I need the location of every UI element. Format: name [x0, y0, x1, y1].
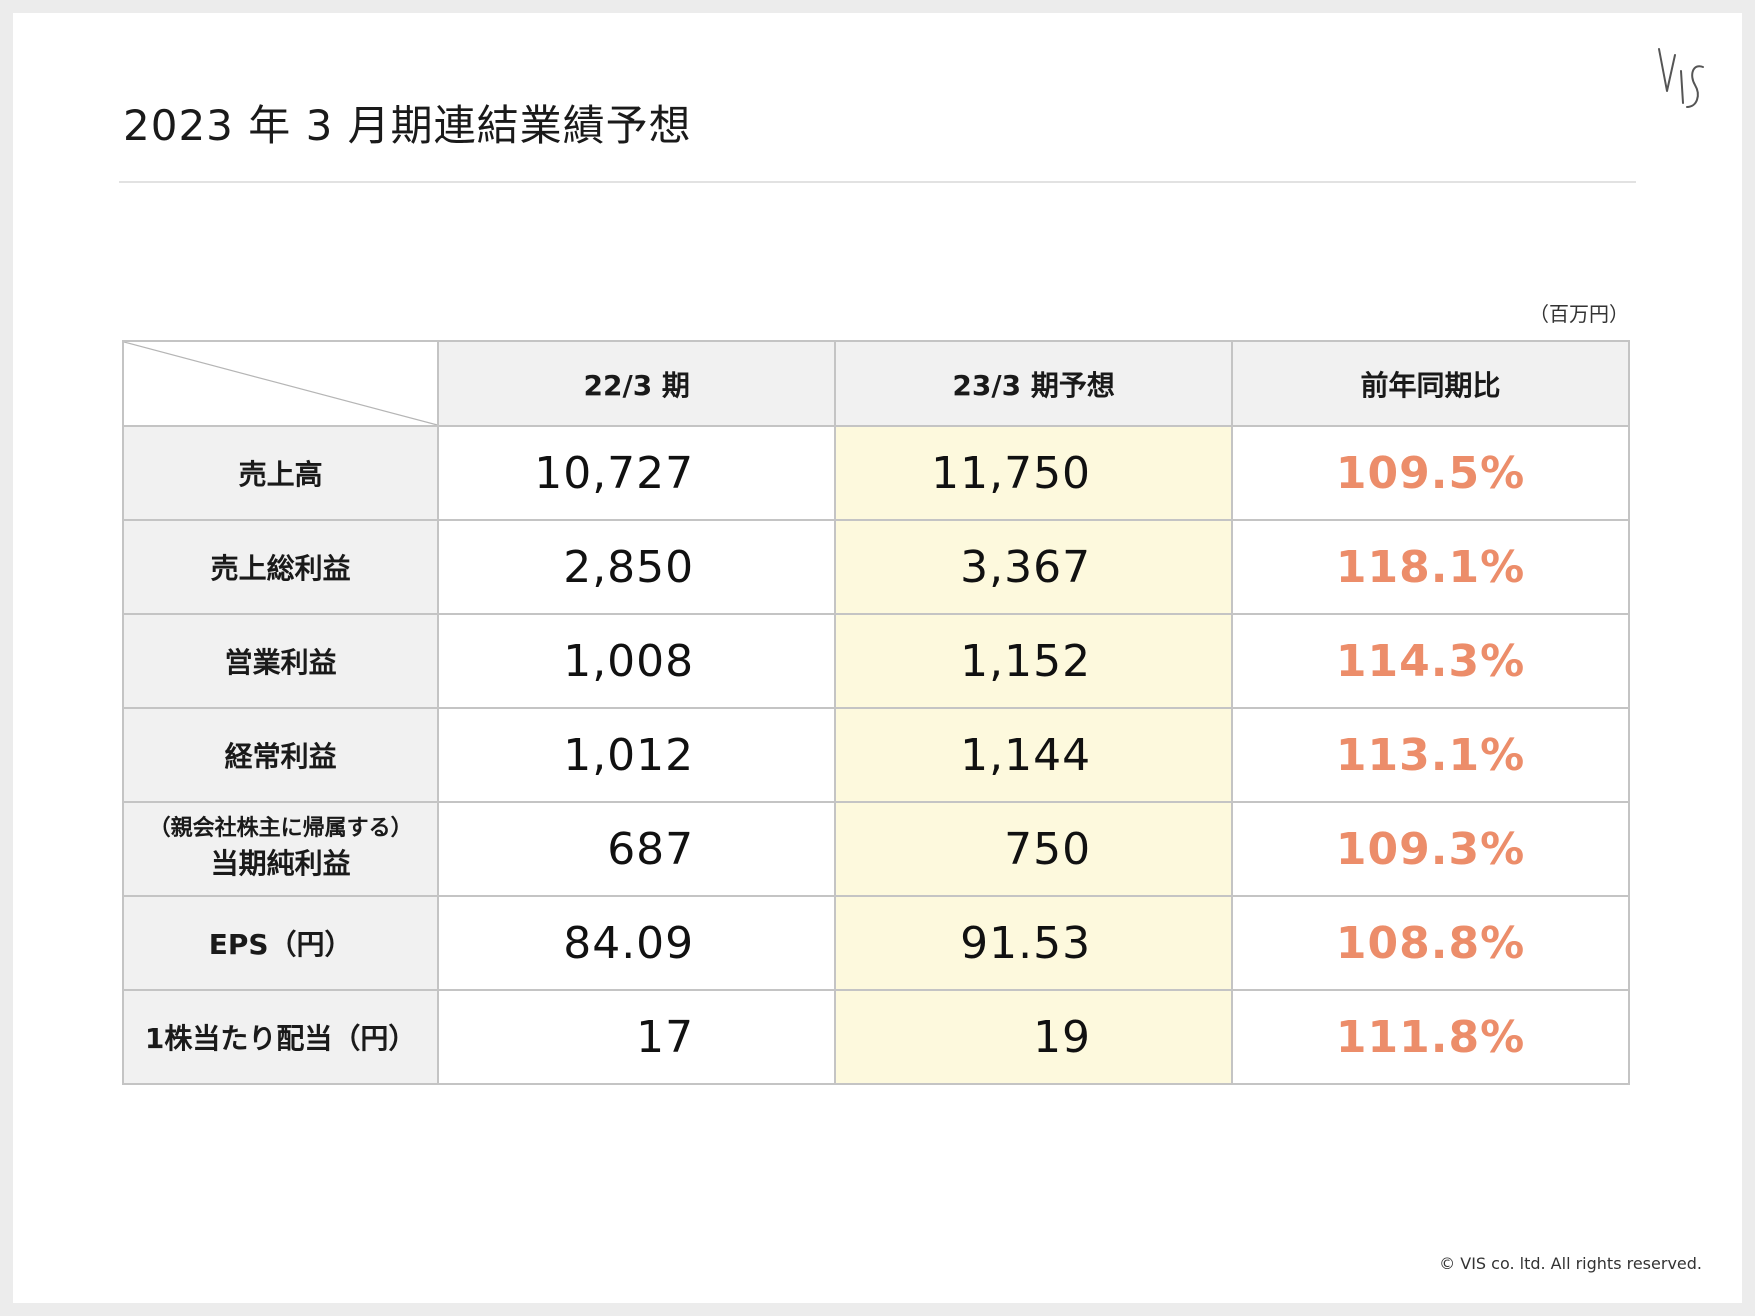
corner-diagonal	[124, 342, 437, 425]
table-row: 売上総利益 2,850 3,367 118.1%	[121, 519, 1630, 615]
prior-value: 1,008	[437, 613, 837, 709]
prior-value: 17	[437, 989, 837, 1085]
table-row: EPS（円） 84.09 91.53 108.8%	[121, 895, 1630, 991]
row-label: 売上総利益	[121, 519, 440, 615]
row-label: EPS（円）	[121, 895, 440, 991]
ratio-value: 109.5%	[1231, 425, 1630, 521]
ratio-value: 111.8%	[1231, 989, 1630, 1085]
ratio-value: 114.3%	[1231, 613, 1630, 709]
row-label: 営業利益	[121, 613, 440, 709]
prior-value: 10,727	[437, 425, 837, 521]
row-label-net-income: （親会社株主に帰属する） 当期純利益	[121, 801, 440, 897]
ratio-value: 113.1%	[1231, 707, 1630, 803]
prior-value: 84.09	[437, 895, 837, 991]
forecast-value: 91.53	[834, 895, 1234, 991]
col-header-ratio: 前年同期比	[1231, 340, 1630, 427]
row-label: 1株当たり配当（円）	[121, 989, 440, 1085]
table-row: （親会社株主に帰属する） 当期純利益 687 750 109.3%	[121, 801, 1630, 897]
forecast-table: 22/3 期 23/3 期予想 前年同期比 売上高 10,727 11,750 …	[121, 340, 1630, 1085]
forecast-value: 750	[834, 801, 1234, 897]
forecast-value: 3,367	[834, 519, 1234, 615]
table-row: 売上高 10,727 11,750 109.5%	[121, 425, 1630, 521]
col-header-prior: 22/3 期	[437, 340, 837, 427]
row-label-prefix: （親会社株主に帰属する）	[148, 816, 413, 842]
title-divider	[119, 181, 1636, 183]
table-header-row: 22/3 期 23/3 期予想 前年同期比	[121, 340, 1630, 427]
unit-label: （百万円）	[1529, 302, 1629, 326]
slide: 2023 年 3 月期連結業績予想 （百万円） 22/3 期 23/3 期予想	[13, 13, 1742, 1303]
table-row: 営業利益 1,008 1,152 114.3%	[121, 613, 1630, 709]
prior-value: 1,012	[437, 707, 837, 803]
prior-value: 2,850	[437, 519, 837, 615]
table-row: 1株当たり配当（円） 17 19 111.8%	[121, 989, 1630, 1085]
forecast-value: 1,144	[834, 707, 1234, 803]
ratio-value: 118.1%	[1231, 519, 1630, 615]
ratio-value: 109.3%	[1231, 801, 1630, 897]
col-header-forecast: 23/3 期予想	[834, 340, 1234, 427]
row-label: 経常利益	[121, 707, 440, 803]
row-label: 当期純利益	[210, 846, 351, 880]
prior-value: 687	[437, 801, 837, 897]
ratio-value: 108.8%	[1231, 895, 1630, 991]
corner-cell	[121, 340, 440, 427]
forecast-value: 1,152	[834, 613, 1234, 709]
table-row: 経常利益 1,012 1,144 113.1%	[121, 707, 1630, 803]
vis-logo	[1658, 48, 1704, 108]
row-label: 売上高	[121, 425, 440, 521]
copyright-notice: © VIS co. ltd. All rights reserved.	[1439, 1254, 1702, 1273]
forecast-value: 11,750	[834, 425, 1234, 521]
page-title: 2023 年 3 月期連結業績予想	[123, 101, 692, 150]
forecast-value: 19	[834, 989, 1234, 1085]
